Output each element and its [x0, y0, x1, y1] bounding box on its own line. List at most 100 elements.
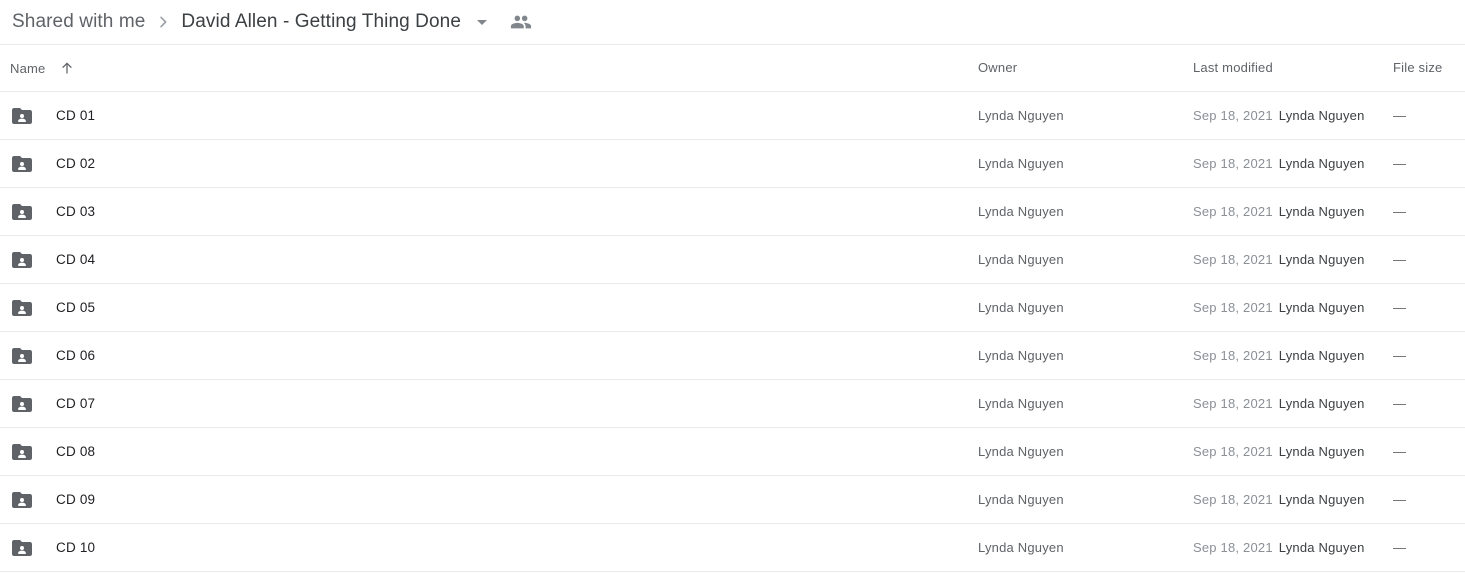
file-owner-label: Lynda Nguyen [978, 107, 1064, 123]
arrow-up-icon[interactable] [59, 60, 75, 76]
chevron-right-icon [147, 10, 179, 34]
file-size-cell: — [1393, 107, 1465, 125]
table-row[interactable]: CD 09 Lynda Nguyen Sep 18, 2021 Lynda Nguye… [0, 476, 1465, 524]
file-owner-label: Lynda Nguyen [978, 155, 1064, 171]
file-name-cell[interactable]: CD 04 [10, 248, 978, 272]
file-last-modified-cell: Sep 18, 2021 Lynda Nguyen [1193, 299, 1393, 317]
file-name-label: CD 01 [56, 108, 96, 123]
file-modified-date: Sep 18, 2021 [1193, 251, 1273, 267]
file-last-modified-cell: Sep 18, 2021 Lynda Nguyen [1193, 347, 1393, 365]
file-modified-date: Sep 18, 2021 [1193, 107, 1273, 123]
shared-folder-icon [10, 488, 34, 512]
shared-folder-icon [10, 200, 34, 224]
file-size-cell: — [1393, 203, 1465, 221]
file-last-modified-cell: Sep 18, 2021 Lynda Nguyen [1193, 251, 1393, 269]
file-name-label: CD 04 [56, 252, 96, 267]
breadcrumb-item-current-folder[interactable]: David Allen - Getting Thing Done [179, 9, 463, 35]
table-row[interactable]: CD 10 Lynda Nguyen Sep 18, 2021 Lynda Nguye… [0, 524, 1465, 572]
file-size-label: — [1393, 347, 1406, 363]
file-size-cell: — [1393, 395, 1465, 413]
file-size-label: — [1393, 299, 1406, 315]
file-modified-by: Lynda Nguyen [1278, 443, 1365, 459]
file-modified-by: Lynda Nguyen [1278, 251, 1365, 267]
file-size-label: — [1393, 395, 1406, 411]
file-name-cell[interactable]: CD 06 [10, 344, 978, 368]
file-size-cell: — [1393, 347, 1465, 365]
file-last-modified-cell: Sep 18, 2021 Lynda Nguyen [1193, 155, 1393, 173]
file-name-cell[interactable]: CD 10 [10, 536, 978, 560]
file-size-label: — [1393, 155, 1406, 171]
file-size-label: — [1393, 251, 1406, 267]
file-modified-date: Sep 18, 2021 [1193, 395, 1273, 411]
table-row[interactable]: CD 07 Lynda Nguyen Sep 18, 2021 Lynda Nguye… [0, 380, 1465, 428]
table-row[interactable]: CD 04 Lynda Nguyen Sep 18, 2021 Lynda Nguye… [0, 236, 1465, 284]
file-modified-by: Lynda Nguyen [1278, 347, 1365, 363]
file-modified-date: Sep 18, 2021 [1193, 299, 1273, 315]
file-name-cell[interactable]: CD 05 [10, 296, 978, 320]
shared-folder-icon [10, 248, 34, 272]
file-size-cell: — [1393, 155, 1465, 173]
chevron-down-icon[interactable] [469, 9, 495, 35]
file-size-label: — [1393, 107, 1406, 123]
file-last-modified-cell: Sep 18, 2021 Lynda Nguyen [1193, 107, 1393, 125]
file-size-label: — [1393, 491, 1406, 507]
file-owner-cell: Lynda Nguyen [978, 251, 1193, 269]
file-name-cell[interactable]: CD 07 [10, 392, 978, 416]
column-header-owner[interactable]: Owner [978, 59, 1193, 77]
column-header-file-size[interactable]: File size [1393, 59, 1465, 77]
file-owner-cell: Lynda Nguyen [978, 443, 1193, 461]
table-row[interactable]: CD 01 Lynda Nguyen Sep 18, 2021 Lynda Nguye… [0, 92, 1465, 140]
shared-folder-icon [10, 152, 34, 176]
shared-folder-icon [10, 440, 34, 464]
file-list-table: Name Owner Last modified File size CD 01… [0, 45, 1465, 572]
file-modified-date: Sep 18, 2021 [1193, 347, 1273, 363]
shared-folder-icon [10, 296, 34, 320]
file-modified-date: Sep 18, 2021 [1193, 443, 1273, 459]
file-size-label: — [1393, 539, 1406, 555]
table-row[interactable]: CD 06 Lynda Nguyen Sep 18, 2021 Lynda Nguye… [0, 332, 1465, 380]
file-modified-date: Sep 18, 2021 [1193, 539, 1273, 555]
shared-folder-icon [10, 392, 34, 416]
column-header-name-label: Name [10, 60, 46, 76]
file-size-label: — [1393, 203, 1406, 219]
file-name-label: CD 06 [56, 348, 96, 363]
table-body: CD 01 Lynda Nguyen Sep 18, 2021 Lynda Nguye… [0, 92, 1465, 572]
file-name-cell[interactable]: CD 02 [10, 152, 978, 176]
people-shared-icon[interactable] [507, 8, 535, 36]
file-modified-by: Lynda Nguyen [1278, 395, 1365, 411]
file-modified-by: Lynda Nguyen [1278, 155, 1365, 171]
file-name-cell[interactable]: CD 03 [10, 200, 978, 224]
file-name-cell[interactable]: CD 01 [10, 104, 978, 128]
file-owner-cell: Lynda Nguyen [978, 203, 1193, 221]
breadcrumb-item-shared-with-me[interactable]: Shared with me [10, 9, 147, 35]
file-last-modified-cell: Sep 18, 2021 Lynda Nguyen [1193, 203, 1393, 221]
file-modified-date: Sep 18, 2021 [1193, 203, 1273, 219]
file-owner-label: Lynda Nguyen [978, 395, 1064, 411]
file-size-cell: — [1393, 299, 1465, 317]
file-name-label: CD 03 [56, 204, 96, 219]
column-header-last-modified[interactable]: Last modified [1193, 59, 1393, 77]
table-row[interactable]: CD 05 Lynda Nguyen Sep 18, 2021 Lynda Nguye… [0, 284, 1465, 332]
file-size-cell: — [1393, 539, 1465, 557]
shared-folder-icon [10, 104, 34, 128]
shared-folder-icon [10, 344, 34, 368]
file-name-cell[interactable]: CD 09 [10, 488, 978, 512]
file-last-modified-cell: Sep 18, 2021 Lynda Nguyen [1193, 443, 1393, 461]
column-header-last-modified-label: Last modified [1193, 60, 1273, 75]
table-row[interactable]: CD 03 Lynda Nguyen Sep 18, 2021 Lynda Nguye… [0, 188, 1465, 236]
table-row[interactable]: CD 02 Lynda Nguyen Sep 18, 2021 Lynda Nguye… [0, 140, 1465, 188]
file-size-cell: — [1393, 491, 1465, 509]
file-name-label: CD 08 [56, 444, 96, 459]
file-owner-cell: Lynda Nguyen [978, 299, 1193, 317]
file-owner-label: Lynda Nguyen [978, 347, 1064, 363]
column-header-name[interactable]: Name [10, 60, 978, 76]
column-header-file-size-label: File size [1393, 60, 1443, 75]
file-owner-cell: Lynda Nguyen [978, 395, 1193, 413]
file-name-cell[interactable]: CD 08 [10, 440, 978, 464]
table-row[interactable]: CD 08 Lynda Nguyen Sep 18, 2021 Lynda Nguye… [0, 428, 1465, 476]
file-owner-cell: Lynda Nguyen [978, 155, 1193, 173]
file-size-label: — [1393, 443, 1406, 459]
file-modified-by: Lynda Nguyen [1278, 203, 1365, 219]
file-owner-cell: Lynda Nguyen [978, 347, 1193, 365]
file-owner-cell: Lynda Nguyen [978, 539, 1193, 557]
